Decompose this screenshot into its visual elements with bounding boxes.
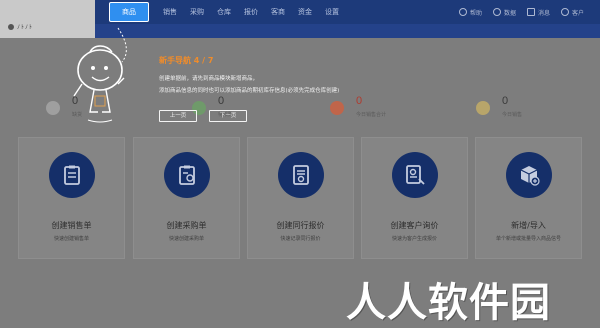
stat-value: 0 [502,95,509,107]
create-purchase-order-card[interactable]: 创建采购单 快速创建采购单 [133,137,240,259]
sales-total-badge-icon [330,101,344,115]
card-title: 创建客户询价 [390,221,439,230]
card-title: 创建采购单 [166,221,207,230]
create-sales-order-card[interactable]: 创建销售单 快速创建销售单 [18,137,125,259]
user-button[interactable]: 客户 [560,8,584,17]
guide-mascot-icon [73,27,127,123]
guide-text-line1: 创建单据前，请先到商品模块新增商品， [159,76,259,82]
sales-badge-icon [476,101,490,115]
nav-tab-settings[interactable]: 设置 [325,7,339,17]
message-button[interactable]: 消息 [526,8,550,17]
card-subtitle: 单个新增或批量导入商品信号 [495,236,561,242]
card-subtitle: 快速创建销售单 [53,236,89,242]
stat-value: 0 [356,95,363,107]
data-icon [492,8,501,16]
card-title: 创建销售单 [51,221,92,230]
inquiry-doc-icon [392,152,438,198]
purchase-doc-icon [164,152,210,198]
card-subtitle: 快速创建采购单 [168,236,204,242]
nav-tab-funds[interactable]: 资金 [298,7,312,17]
guide-text-line2: 添加商品信息的同时也可以添加商品的期初库存信息(必须先完成仓库创建) [159,88,340,94]
quote-doc-icon [278,152,324,198]
clipboard-icon [49,152,95,198]
message-label: 消息 [537,9,550,17]
nav-tab-purchase[interactable]: 采购 [190,7,204,17]
card-subtitle: 快速为客户生成报价 [391,236,437,242]
nav-tab-sales[interactable]: 销售 [163,7,177,17]
help-button[interactable]: 帮助 [458,8,482,17]
user-icon [560,8,569,16]
watermark: 人人软件园 [346,280,551,326]
guide-prev-button[interactable]: 上一页 [159,110,197,122]
message-icon [526,8,535,16]
card-subtitle: 快速记录同行报价 [280,236,321,242]
main-nav: 商品 销售 采购 仓库 报价 客商 资金 设置 [102,0,352,24]
nav-tab-warehouse[interactable]: 仓库 [217,7,231,17]
create-customer-inquiry-card[interactable]: 创建客户询价 快速为客户生成报价 [361,137,468,259]
stat-label: 今日销售 [502,112,523,118]
nav-tab-quote[interactable]: 报价 [244,7,258,17]
card-title: 创建同行报价 [276,221,325,230]
help-icon [458,8,467,16]
stat-value: 0 [218,95,225,107]
user-label: 客户 [571,9,584,17]
stat-label: 今日销售合计 [356,112,387,118]
data-button[interactable]: 数据 [492,8,516,17]
quick-actions: 创建销售单 快速创建销售单 创建采购单 快速创建采购单 创建同行报价 快速记录同… [18,137,582,259]
stock-badge-icon [46,101,60,115]
nav-tab-merchants[interactable]: 客商 [271,7,285,17]
guide-next-button[interactable]: 下一页 [209,110,247,122]
card-title: 新增/导入 [511,221,546,230]
guide-title: 新手导航 4 / 7 [159,56,214,65]
header-tools: 帮助 数据 消息 客户 [448,0,584,24]
create-peer-quote-card[interactable]: 创建同行报价 快速记录同行报价 [247,137,354,259]
logo-text: ﾉﾄﾉﾄ [17,24,34,31]
help-label: 帮助 [469,9,482,17]
data-label: 数据 [503,9,516,17]
logo-icon [8,24,14,30]
add-import-card[interactable]: 新增/导入 单个新增或批量导入商品信号 [475,137,582,259]
nav-tab-goods[interactable]: 商品 [109,2,149,22]
box-add-icon [506,152,552,198]
